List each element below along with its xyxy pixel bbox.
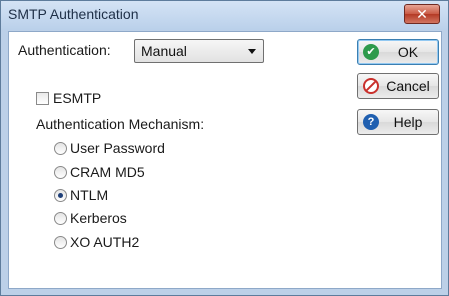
ok-button-label: OK xyxy=(397,44,419,60)
cancel-button-label: Cancel xyxy=(386,78,430,94)
check-icon: ✔ xyxy=(363,44,379,60)
cancel-button[interactable]: Cancel xyxy=(357,73,439,99)
dialog-window: SMTP Authentication ✕ Authentication: Ma… xyxy=(0,0,449,296)
dialog-body: Authentication: Manual ESMTP Authenticat… xyxy=(8,31,442,289)
ok-button[interactable]: ✔ OK xyxy=(357,39,439,65)
radio-button[interactable] xyxy=(54,166,67,179)
radio-label: Kerberos xyxy=(70,210,127,226)
chevron-down-icon xyxy=(248,49,256,54)
radio-label: XO AUTH2 xyxy=(70,234,140,250)
radio-label: User Password xyxy=(70,140,165,156)
question-icon: ? xyxy=(363,114,379,130)
esmtp-checkbox[interactable] xyxy=(36,92,49,105)
radio-label: NTLM xyxy=(70,187,109,203)
radio-button-selected[interactable] xyxy=(54,189,67,202)
mechanism-label: Authentication Mechanism: xyxy=(36,116,205,132)
prohibited-icon xyxy=(363,78,379,94)
help-button[interactable]: ? Help xyxy=(357,109,439,135)
radio-button[interactable] xyxy=(54,212,67,225)
authentication-dropdown[interactable]: Manual xyxy=(134,39,264,63)
close-icon: ✕ xyxy=(416,6,428,22)
title-bar[interactable]: SMTP Authentication ✕ xyxy=(1,1,448,30)
authentication-selected-value: Manual xyxy=(141,43,187,59)
radio-button[interactable] xyxy=(54,236,67,249)
help-button-label: Help xyxy=(393,114,423,130)
authentication-label: Authentication: xyxy=(18,42,111,58)
radio-label: CRAM MD5 xyxy=(70,164,145,180)
window-title: SMTP Authentication xyxy=(8,6,139,22)
close-button[interactable]: ✕ xyxy=(404,4,440,24)
radio-button[interactable] xyxy=(54,142,67,155)
esmtp-label[interactable]: ESMTP xyxy=(53,90,101,106)
